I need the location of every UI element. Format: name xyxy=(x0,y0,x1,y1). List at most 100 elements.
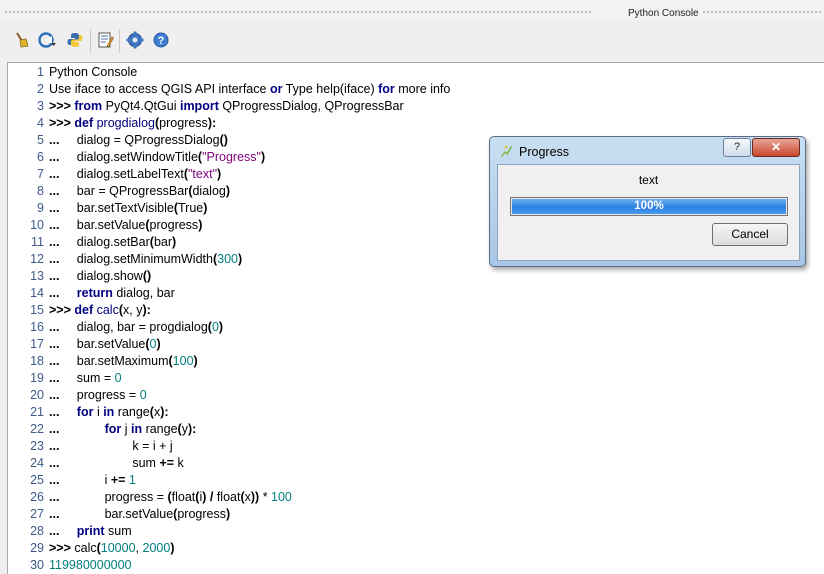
line-number: 6 xyxy=(37,150,44,164)
clear-console-icon xyxy=(16,32,29,48)
code-token: ): xyxy=(187,422,197,436)
code-token: dialog xyxy=(192,184,226,198)
console-toolbar: ? xyxy=(0,24,824,58)
code-token: ... xyxy=(49,507,105,521)
code-token: ) / xyxy=(202,490,217,504)
help-icon: ? xyxy=(153,32,169,48)
code-token: dialog = QProgressDialog xyxy=(76,133,220,147)
line-number: 18 xyxy=(30,354,44,368)
run-command-button[interactable] xyxy=(36,29,58,51)
python-editor-button[interactable] xyxy=(64,29,86,51)
code-token: ) xyxy=(156,337,161,351)
code-token: ... xyxy=(49,320,77,334)
code-token: ) xyxy=(261,150,266,164)
code-token: , xyxy=(135,541,143,555)
help-button[interactable]: ? xyxy=(150,29,172,51)
dialog-body: text 100% Cancel xyxy=(497,164,800,261)
code-token: True xyxy=(178,201,204,215)
python-editor-icon xyxy=(67,33,83,47)
line-number: 17 xyxy=(30,337,44,351)
dock-grip-right[interactable] xyxy=(702,10,822,14)
code-token: sum xyxy=(104,524,132,538)
code-token: ... xyxy=(49,439,133,453)
script-editor-icon xyxy=(98,32,114,48)
line-number: 27 xyxy=(30,507,44,521)
code-token: >>> xyxy=(49,116,75,130)
line-code: ... dialog.setLabelText("text") xyxy=(49,166,221,183)
line-number: 12 xyxy=(30,252,44,266)
code-token: progress xyxy=(159,116,208,130)
line-code: ... dialog.show() xyxy=(49,268,151,285)
code-token: bar = QProgressBar xyxy=(76,184,189,198)
help-title-button[interactable]: ? xyxy=(723,138,751,157)
close-button[interactable]: ✕ xyxy=(752,138,800,157)
code-token: calc xyxy=(96,303,119,317)
code-token: dialog.setWindowTitle xyxy=(76,150,198,164)
line-number: 1 xyxy=(37,65,44,79)
line-number: 30 xyxy=(30,558,44,572)
code-token: () xyxy=(219,133,228,147)
code-token: sum xyxy=(132,456,160,470)
code-token: Python Console xyxy=(49,65,138,79)
code-token: progress = xyxy=(76,388,140,402)
code-token: progress xyxy=(149,218,199,232)
line-code: >>> calc(10000, 2000) xyxy=(49,540,174,557)
code-token: in xyxy=(130,422,143,436)
code-token: ... xyxy=(49,422,105,436)
line-number: 23 xyxy=(30,439,44,453)
code-token: progdialog xyxy=(96,116,155,130)
line-code: ... progress = (float(i) / float(x)) * 1… xyxy=(49,489,292,506)
dock-grip[interactable] xyxy=(4,10,592,14)
code-token: ) xyxy=(198,218,203,232)
code-token: "Progress" xyxy=(202,150,261,164)
code-token: ... xyxy=(49,388,77,402)
code-token: ) xyxy=(225,507,231,521)
line-number: 4 xyxy=(37,116,44,130)
cancel-button[interactable]: Cancel xyxy=(712,223,788,246)
code-token: ... xyxy=(49,490,105,504)
line-code: ... progress = 0 xyxy=(49,387,147,404)
script-editor-button[interactable] xyxy=(94,29,116,51)
code-token: bar.setTextVisible xyxy=(76,201,174,215)
line-number: 20 xyxy=(30,388,44,402)
code-token: range xyxy=(114,405,150,419)
code-token: ... xyxy=(49,269,77,283)
line-number: 28 xyxy=(30,524,44,538)
code-token: dialog.setLabelText xyxy=(76,167,184,181)
code-token: ) xyxy=(193,354,198,368)
progress-bar: 100% xyxy=(510,197,788,216)
line-code: ... sum += k xyxy=(49,455,184,472)
line-code: ... bar.setTextVisible(True) xyxy=(49,200,207,217)
code-token: += xyxy=(110,473,126,487)
clear-console-button[interactable] xyxy=(10,29,32,51)
code-token: in xyxy=(103,405,115,419)
line-code: ... bar.setValue(progress) xyxy=(49,217,202,234)
line-number: 8 xyxy=(37,184,44,198)
code-token: ... xyxy=(49,184,77,198)
line-code: ... k = i + j xyxy=(49,438,173,455)
line-number: 7 xyxy=(37,167,44,181)
line-code: ... bar.setValue(0) xyxy=(49,336,161,353)
code-token: bar.setValue xyxy=(104,507,174,521)
code-token: def xyxy=(74,303,94,317)
code-token: k = i + j xyxy=(132,439,173,453)
code-token: dialog.setMinimumWidth xyxy=(76,252,213,266)
code-token: ... xyxy=(49,524,77,538)
line-code: ... for j in range(y): xyxy=(49,421,196,438)
code-token: 0 xyxy=(139,388,147,402)
code-token: progress xyxy=(177,507,226,521)
code-token: float xyxy=(216,490,241,504)
code-token: more info xyxy=(394,82,451,96)
code-token: Use iface to access QGIS API interface xyxy=(49,82,270,96)
console-title-bar: Python Console xyxy=(0,0,824,22)
code-token: 1 xyxy=(128,473,136,487)
code-token: >>> xyxy=(49,541,75,555)
code-token: >>> xyxy=(49,99,75,113)
code-token: ) xyxy=(170,541,175,555)
line-code: 119980000000 xyxy=(49,557,132,574)
toolbar-separator xyxy=(119,29,120,53)
code-token: += xyxy=(159,456,175,470)
code-token: ... xyxy=(49,218,77,232)
settings-button[interactable] xyxy=(124,29,146,51)
line-code: ... dialog.setMinimumWidth(300) xyxy=(49,251,242,268)
